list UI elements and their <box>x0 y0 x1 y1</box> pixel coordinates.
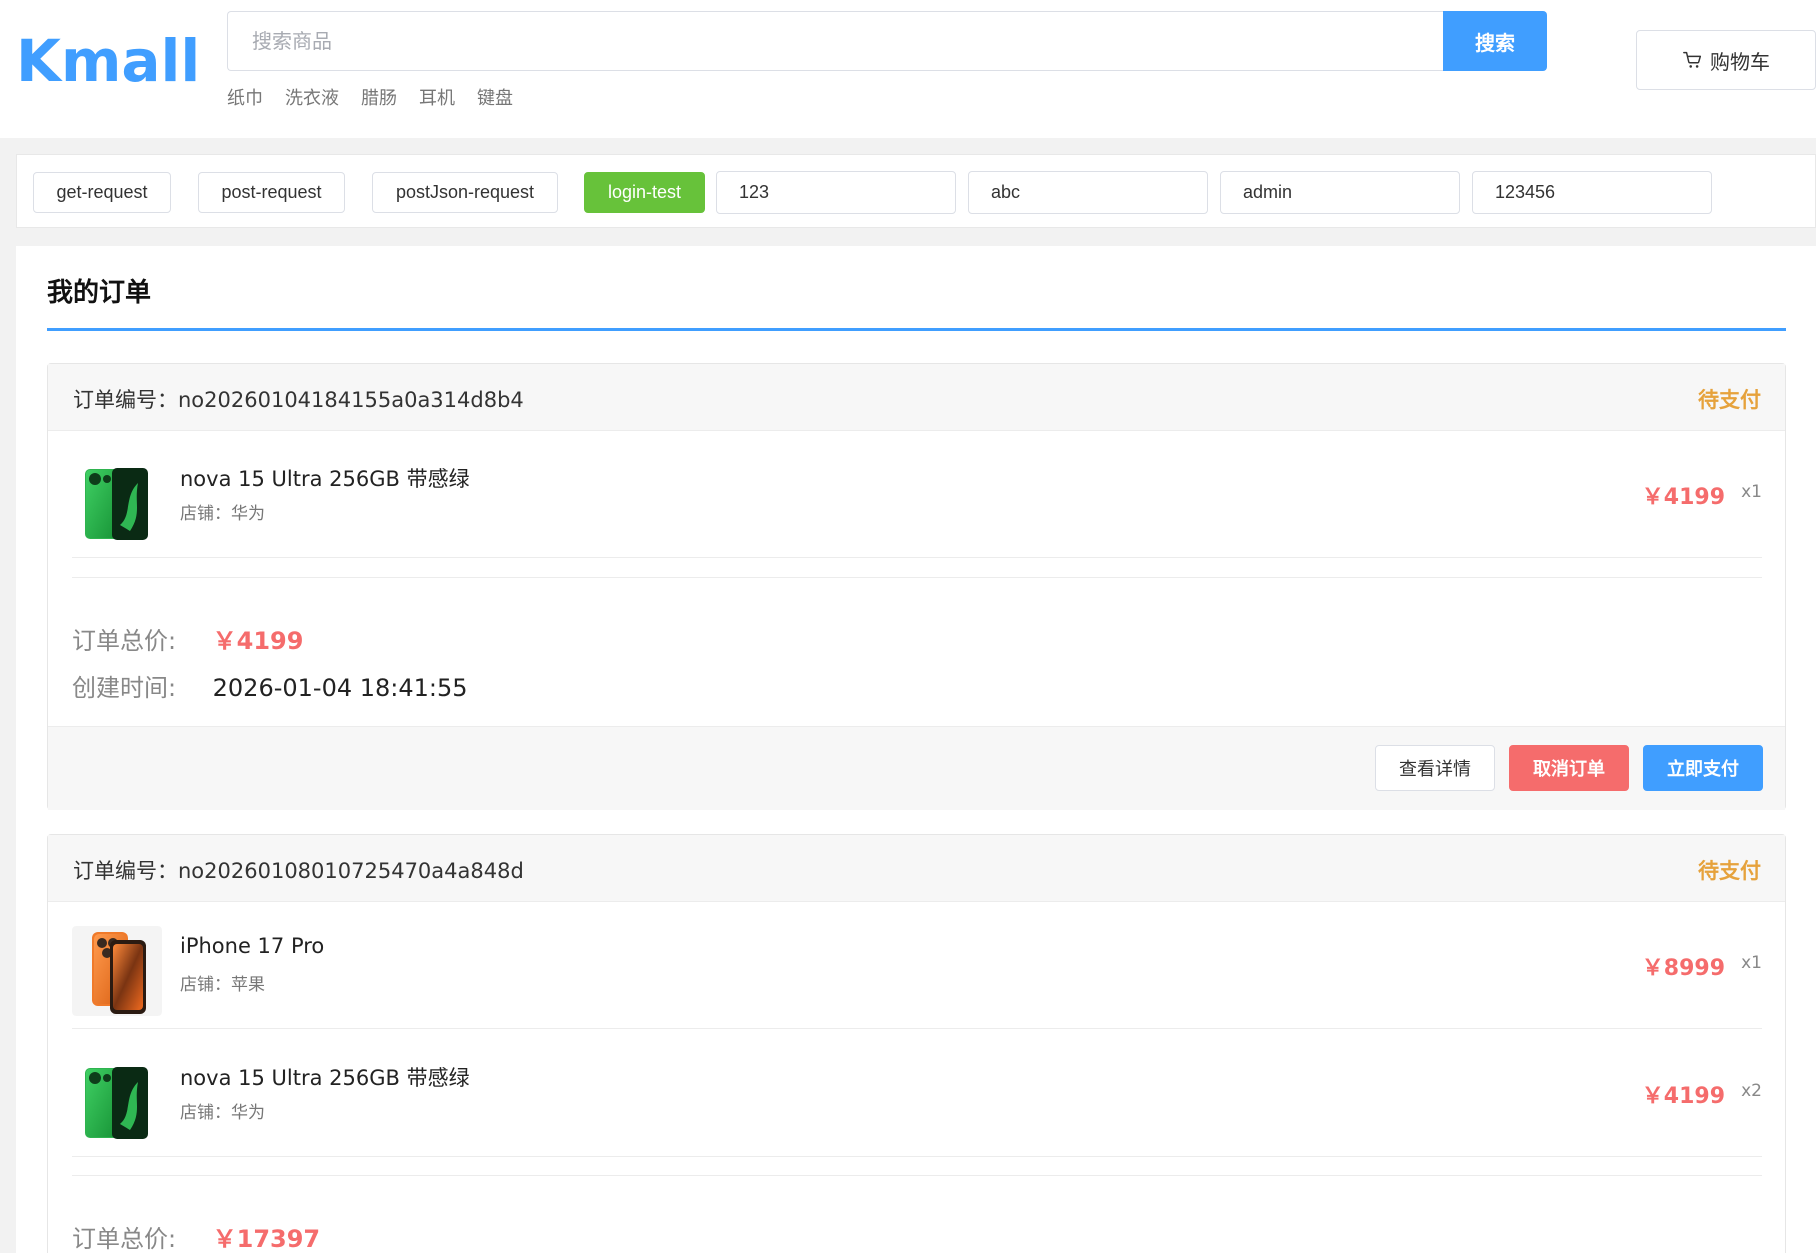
cart-button[interactable]: 购物车 <box>1636 30 1816 90</box>
hot-words: 纸巾 洗衣液 腊肠 耳机 键盘 <box>227 84 513 110</box>
product-shop: 店铺：华为 <box>180 1103 265 1123</box>
product-price: ￥4199 <box>1641 485 1725 510</box>
logo[interactable]: Kmall <box>16 26 200 96</box>
product-shop: 店铺：华为 <box>180 504 265 524</box>
page-title: 我的订单 <box>47 278 152 308</box>
postjson-request-button[interactable]: postJson-request <box>372 172 558 213</box>
hot-word-keyboard[interactable]: 键盘 <box>477 84 513 110</box>
hot-word-earphones[interactable]: 耳机 <box>419 84 455 110</box>
cart-label: 购物车 <box>1710 49 1770 74</box>
search-bar: 搜索 <box>227 11 1547 71</box>
product-shop: 店铺：苹果 <box>180 975 265 995</box>
test-input-2[interactable] <box>968 171 1208 214</box>
product-image-orange-phone <box>72 926 162 1016</box>
order-status: 待支付 <box>1698 859 1761 883</box>
product-name: nova 15 Ultra 256GB 带感绿 <box>180 467 470 491</box>
hot-word-detergent[interactable]: 洗衣液 <box>285 84 339 110</box>
product-price: ￥4199 <box>1641 1084 1725 1109</box>
product-quantity: x1 <box>1741 482 1762 502</box>
post-request-button[interactable]: post-request <box>198 172 345 213</box>
view-detail-button[interactable]: 查看详情 <box>1375 745 1495 791</box>
order-total-price: ￥4199 <box>212 627 304 655</box>
order-card: 订单编号：no20260104184155a0a314d8b4 待支付 nova… <box>47 363 1786 810</box>
product-name: nova 15 Ultra 256GB 带感绿 <box>180 1066 470 1090</box>
test-input-4[interactable] <box>1472 171 1712 214</box>
search-input[interactable] <box>227 11 1443 71</box>
test-input-3[interactable] <box>1220 171 1460 214</box>
divider <box>72 577 1762 578</box>
order-footer: 查看详情 取消订单 立即支付 <box>48 726 1785 810</box>
order-created-time: 2026-01-04 18:41:55 <box>212 674 468 702</box>
order-total-row: 订单总价: ￥17397 <box>72 1219 321 1253</box>
header: Kmall 搜索 纸巾 洗衣液 腊肠 耳机 键盘 购物车 <box>0 0 1816 138</box>
test-toolbar: get-request post-request postJson-reques… <box>16 154 1816 228</box>
order-item[interactable]: nova 15 Ultra 256GB 带感绿 店铺：华为 ￥4199 x2 <box>72 1030 1762 1157</box>
login-test-button[interactable]: login-test <box>584 172 705 213</box>
order-number: 订单编号：no20260108010725470a4a848d <box>73 859 524 883</box>
get-request-button[interactable]: get-request <box>33 172 171 213</box>
product-image-green-phone <box>72 1054 162 1144</box>
order-created-label: 创建时间: <box>72 674 177 702</box>
hot-word-tissue[interactable]: 纸巾 <box>227 84 263 110</box>
product-name: iPhone 17 Pro <box>180 934 325 958</box>
product-quantity: x1 <box>1741 953 1762 973</box>
search-button[interactable]: 搜索 <box>1443 11 1547 71</box>
order-status: 待支付 <box>1698 388 1761 412</box>
order-card: 订单编号：no20260108010725470a4a848d 待支付 iPho… <box>47 834 1786 1253</box>
orders-panel: 我的订单 订单编号：no20260104184155a0a314d8b4 待支付… <box>16 246 1816 1253</box>
hot-word-sausage[interactable]: 腊肠 <box>361 84 397 110</box>
cart-icon <box>1683 51 1702 68</box>
order-total-price: ￥17397 <box>212 1225 321 1253</box>
divider <box>72 1175 1762 1176</box>
order-total-label: 订单总价: <box>72 627 177 655</box>
order-header: 订单编号：no20260104184155a0a314d8b4 待支付 <box>48 364 1785 431</box>
order-item[interactable]: iPhone 17 Pro 店铺：苹果 ￥8999 x1 <box>72 902 1762 1029</box>
title-underline <box>47 328 1786 331</box>
product-price: ￥8999 <box>1641 956 1725 981</box>
order-header: 订单编号：no20260108010725470a4a848d 待支付 <box>48 835 1785 902</box>
order-total-label: 订单总价: <box>72 1225 177 1253</box>
pay-now-button[interactable]: 立即支付 <box>1643 745 1763 791</box>
order-number: 订单编号：no20260104184155a0a314d8b4 <box>73 388 524 412</box>
order-item[interactable]: nova 15 Ultra 256GB 带感绿 店铺：华为 ￥4199 x1 <box>72 431 1762 558</box>
order-created-row: 创建时间: 2026-01-04 18:41:55 <box>72 668 468 702</box>
product-quantity: x2 <box>1741 1081 1762 1101</box>
product-image-green-phone <box>72 455 162 545</box>
test-input-1[interactable] <box>716 171 956 214</box>
cancel-order-button[interactable]: 取消订单 <box>1509 745 1629 791</box>
order-total-row: 订单总价: ￥4199 <box>72 621 304 655</box>
